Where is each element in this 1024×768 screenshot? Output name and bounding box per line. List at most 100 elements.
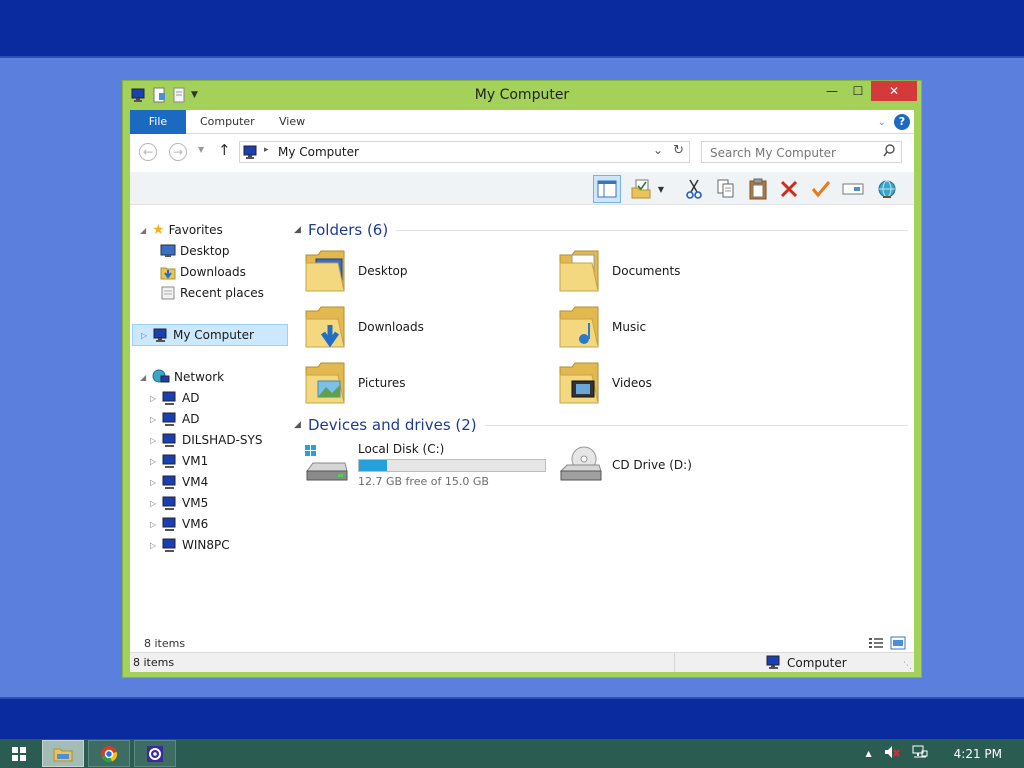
items-count: 8 items — [133, 656, 175, 669]
help-icon[interactable]: ? — [894, 114, 910, 130]
search-box — [701, 141, 902, 163]
nav-network[interactable]: ◢ Network — [140, 367, 224, 387]
title-bar[interactable]: ▼ My Computer — ☐ ✕ — [123, 81, 921, 110]
drive-tile[interactable]: Local Disk (C:) 12.7 GB free of 15.0 GB — [304, 439, 554, 491]
collapse-arrow-icon[interactable]: ◢ — [140, 226, 148, 235]
expand-arrow-icon[interactable]: ▷ — [150, 394, 158, 403]
nav-item-network-computer[interactable]: ▷ VM4 — [150, 472, 208, 492]
nav-item-network-computer[interactable]: ▷ AD — [150, 409, 199, 429]
search-input[interactable] — [708, 145, 873, 161]
computer-icon — [162, 538, 176, 552]
select-dropdown-icon[interactable]: ▼ — [654, 175, 668, 203]
forward-icon[interactable]: → — [169, 143, 187, 161]
delete-icon[interactable] — [775, 175, 803, 203]
drive-tile[interactable]: CD Drive (D:) — [558, 439, 798, 491]
expand-arrow-icon[interactable]: ▷ — [150, 436, 158, 445]
collapse-arrow-icon[interactable]: ◢ — [140, 373, 148, 382]
downloads-folder-icon — [305, 306, 345, 348]
taskbar-settings[interactable] — [134, 740, 176, 767]
expand-arrow-icon[interactable]: ▷ — [150, 478, 158, 487]
address-bar[interactable]: ▸ My Computer ⌄ ↻ — [239, 141, 690, 163]
computer-icon — [162, 391, 176, 405]
collapse-arrow-icon[interactable]: ◢ — [294, 225, 308, 235]
explorer-window: ▼ My Computer — ☐ ✕ File Computer View ⌄… — [122, 80, 922, 678]
maximize-button[interactable]: ☐ — [845, 81, 871, 101]
breadcrumb-chevron-icon[interactable]: ▸ — [264, 145, 269, 155]
computer-icon — [153, 328, 167, 342]
close-button[interactable]: ✕ — [871, 81, 917, 101]
computer-icon — [162, 496, 176, 510]
folder-tile[interactable]: Pictures — [304, 357, 544, 409]
nav-item-network-computer[interactable]: ▷ WIN8PC — [150, 535, 230, 555]
nav-item-downloads[interactable]: Downloads — [160, 262, 246, 282]
folder-name: Pictures — [358, 376, 406, 390]
nav-item-label: My Computer — [173, 328, 254, 342]
star-icon: ★ — [152, 222, 165, 238]
show-hidden-icons-icon[interactable]: ▲ — [865, 749, 871, 758]
nav-item-network-computer[interactable]: ▷ AD — [150, 388, 199, 408]
expand-arrow-icon[interactable]: ▷ — [150, 520, 158, 529]
expand-arrow-icon[interactable]: ▷ — [150, 541, 158, 550]
back-icon[interactable]: ← — [139, 143, 157, 161]
folder-tile[interactable]: Desktop — [304, 245, 544, 297]
taskbar-chrome[interactable] — [88, 740, 130, 767]
checkmark-icon[interactable] — [807, 175, 835, 203]
folder-tile[interactable]: Music — [558, 301, 798, 353]
minimize-button[interactable]: — — [819, 81, 845, 101]
nav-item-recent-places[interactable]: Recent places — [160, 283, 264, 303]
preview-pane-icon[interactable] — [593, 175, 621, 203]
tab-view[interactable]: View — [279, 110, 305, 134]
rename-icon[interactable] — [839, 175, 867, 203]
clock[interactable]: 4:21 PM — [954, 747, 1002, 761]
search-icon[interactable] — [883, 144, 895, 161]
content-pane: ◢ Folders (6) Desktop Documents Download… — [294, 211, 910, 651]
resize-grip-icon[interactable]: ⋱ — [903, 661, 912, 671]
expand-arrow-icon[interactable]: ▷ — [150, 457, 158, 466]
devices-group-header[interactable]: ◢ Devices and drives (2) — [294, 414, 908, 436]
nav-favorites[interactable]: ◢ ★ Favorites — [140, 220, 223, 240]
start-button[interactable] — [0, 739, 38, 768]
status-bar: 8 items Computer ⋱ — [130, 652, 914, 672]
navigation-pane: ◢ ★ Favorites Desktop Downloads Recent p… — [130, 211, 290, 631]
nav-favorites-label: Favorites — [168, 223, 223, 237]
ribbon-tabs: File Computer View ⌄ ? — [130, 110, 914, 134]
address-dropdown-icon[interactable]: ⌄ — [653, 143, 663, 157]
up-icon[interactable]: ↑ — [218, 141, 231, 159]
folders-group-title: Folders (6) — [308, 221, 389, 239]
folder-tile[interactable]: Downloads — [304, 301, 544, 353]
nav-item-network-computer[interactable]: ▷ VM6 — [150, 514, 208, 534]
network-icon — [152, 369, 170, 383]
refresh-icon[interactable]: ↻ — [673, 143, 684, 158]
copy-icon[interactable] — [712, 175, 740, 203]
recent-locations-icon[interactable]: ▼ — [198, 145, 204, 154]
cd-drive-icon — [559, 446, 602, 481]
cut-icon[interactable] — [680, 175, 708, 203]
expand-arrow-icon[interactable]: ▷ — [150, 415, 158, 424]
network-status-icon[interactable] — [912, 745, 928, 762]
taskbar-file-explorer[interactable] — [42, 740, 84, 767]
desktop-band-bottom — [0, 697, 1024, 739]
collapse-arrow-icon[interactable]: ◢ — [294, 420, 308, 430]
breadcrumb[interactable]: My Computer — [278, 145, 359, 159]
paste-icon[interactable] — [744, 175, 772, 203]
network-globe-icon[interactable] — [873, 175, 901, 203]
nav-item-network-computer[interactable]: ▷ VM1 — [150, 451, 208, 471]
nav-item-network-computer[interactable]: ▷ DILSHAD-SYS — [150, 430, 262, 450]
tab-file[interactable]: File — [130, 110, 186, 134]
select-folder-icon[interactable] — [627, 175, 655, 203]
folders-group-header[interactable]: ◢ Folders (6) — [294, 219, 908, 241]
expand-ribbon-icon[interactable]: ⌄ — [878, 117, 886, 128]
large-icons-view-icon[interactable] — [890, 636, 906, 653]
nav-item-my-computer[interactable]: ▷ My Computer — [132, 324, 288, 346]
expand-arrow-icon[interactable]: ▷ — [141, 331, 149, 340]
nav-item-desktop[interactable]: Desktop — [160, 241, 230, 261]
details-view-icon[interactable] — [868, 636, 884, 653]
nav-item-network-computer[interactable]: ▷ VM5 — [150, 493, 208, 513]
folder-tile[interactable]: Videos — [558, 357, 798, 409]
expand-arrow-icon[interactable]: ▷ — [150, 499, 158, 508]
drive-usage-bar — [358, 459, 546, 472]
folder-tile[interactable]: Documents — [558, 245, 798, 297]
chrome-icon — [101, 745, 118, 762]
volume-muted-icon[interactable] — [884, 745, 900, 762]
tab-computer[interactable]: Computer — [200, 110, 255, 134]
